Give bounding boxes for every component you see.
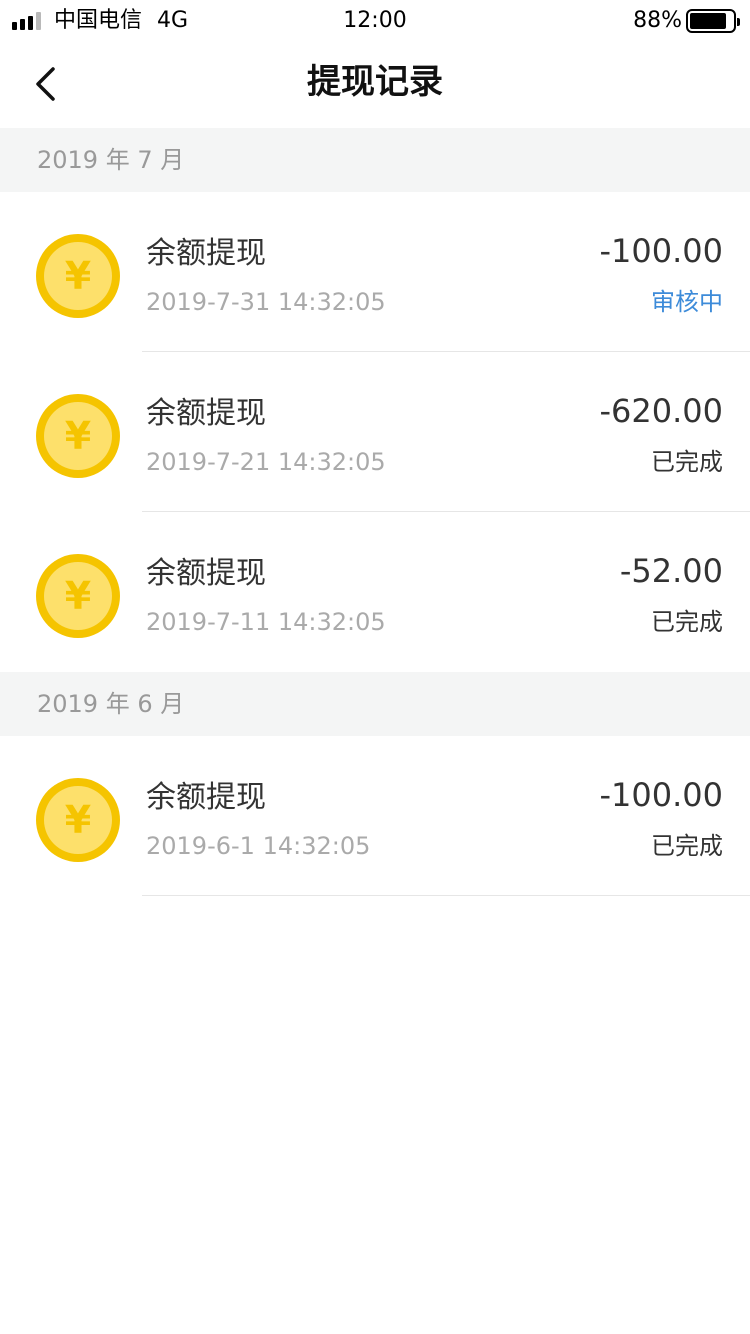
page-title: 提现记录 [307,62,443,102]
yuan-coin-icon: ¥ [36,394,120,478]
record-status: 已完成 [651,448,723,476]
row-divider [142,895,750,896]
yuan-coin-icon: ¥ [36,234,120,318]
record-status: 审核中 [651,288,723,316]
record-status: 已完成 [651,832,723,860]
navigation-bar: 提现记录 [0,40,750,128]
record-amount: -100.00 [599,776,723,814]
record-title: 余额提现 [146,236,266,271]
record-time: 2019-7-21 14:32:05 [146,448,386,476]
record-row[interactable]: ¥ 余额提现 2019-7-31 14:32:05 -100.00 审核中 [0,192,750,352]
svg-text:¥: ¥ [65,798,91,842]
section-header-2019-07: 2019 年 7 月 [0,128,750,192]
record-row[interactable]: ¥ 余额提现 2019-7-11 14:32:05 -52.00 已完成 [0,512,750,672]
status-bar: 中国电信 4G 12:00 88% [0,0,750,40]
record-title: 余额提现 [146,396,266,431]
record-title: 余额提现 [146,780,266,815]
record-time: 2019-7-31 14:32:05 [146,288,386,316]
record-amount: -100.00 [599,232,723,270]
record-row[interactable]: ¥ 余额提现 2019-6-1 14:32:05 -100.00 已完成 [0,736,750,896]
record-title: 余额提现 [146,556,266,591]
section-header-2019-06: 2019 年 6 月 [0,672,750,736]
svg-text:¥: ¥ [65,574,91,618]
yuan-coin-icon: ¥ [36,778,120,862]
record-time: 2019-7-11 14:32:05 [146,608,386,636]
record-status: 已完成 [651,608,723,636]
withdrawal-list: 2019 年 7 月 ¥ 余额提现 2019-7-31 14:32:05 -10… [0,128,750,896]
battery-percent: 88% [633,8,682,33]
record-time: 2019-6-1 14:32:05 [146,832,371,860]
yuan-coin-icon: ¥ [36,554,120,638]
svg-text:¥: ¥ [65,254,91,298]
record-row[interactable]: ¥ 余额提现 2019-7-21 14:32:05 -620.00 已完成 [0,352,750,512]
record-amount: -52.00 [619,552,723,590]
svg-text:¥: ¥ [65,414,91,458]
battery-icon [686,9,740,33]
record-amount: -620.00 [599,392,723,430]
